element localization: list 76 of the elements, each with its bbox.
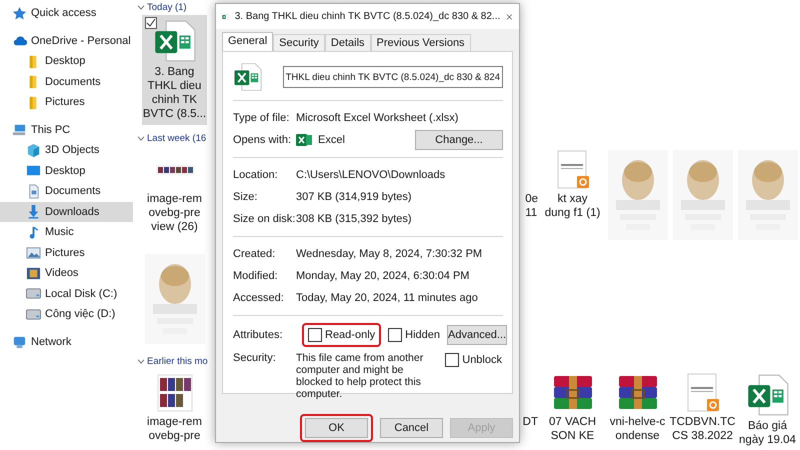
field-value: Monday, May 20, 2024, 6:30:04 PM [296,270,470,282]
field-label: Size on disk: [233,213,296,225]
field-value: C:\Users\LENOVO\Downloads [296,169,446,181]
field-label: Accessed: [233,292,285,304]
file-item[interactable]: vni-helve-c ondense [605,369,670,450]
field-label: Security: [233,352,277,364]
sidebar-item[interactable]: This PC [0,120,133,140]
sidebar-item[interactable]: 3D Objects [0,140,133,160]
file-item[interactable]: image-rem ovebg-pre view (26) [142,146,207,244]
spreadsheet-icon [296,133,312,147]
chevron-icon [137,5,145,10]
video-icon [26,266,41,281]
dialog-button[interactable]: OK [305,418,368,438]
sidebar-item[interactable]: Quick access [0,3,133,24]
field-label: Type of file: [233,112,290,124]
download-icon [26,204,41,220]
chevron-icon [137,136,145,141]
field-label: Attributes: [233,329,284,341]
sidebar-item[interactable]: Documents [0,181,133,202]
field-label: Location: [233,169,279,181]
field-value: Wednesday, May 8, 2024, 7:30:32 PM [296,248,482,260]
tab[interactable]: Security [273,34,325,51]
field-label: Opens with: [233,134,292,146]
thumbnail-icon [156,165,194,175]
sidebar-item[interactable]: Desktop [0,160,133,181]
security-message: This file came from another computer and might be blocked to help protect this computer. [296,352,424,400]
sidebar-item[interactable]: Network [0,332,133,352]
pc-icon [12,122,27,138]
network-icon [12,334,27,350]
group-header[interactable]: Last week (16 [137,131,206,146]
item-checkbox[interactable] [145,17,157,29]
field-value: Excel [318,134,345,146]
cube-icon [26,142,41,158]
file-item[interactable]: TCDBVN.TC CS 38.2022 [670,369,735,450]
window-title: 3. Bang THKL dieu chinh TK BVTC (8.5.024)_dc 830 & 82... [234,11,500,22]
field-label: Modified: [233,270,279,282]
advanced-button[interactable]: Advanced... [447,325,508,345]
drive-icon [26,306,41,322]
file-item[interactable]: 3. Bang THKL dieu chinh TK BVTC (8.5... [142,15,207,125]
field-value: Today, May 20, 2024, 11 minutes ago [296,292,478,304]
image-icon [26,245,41,260]
checkbox[interactable]: Unblock [444,352,503,368]
sidebar-item[interactable]: Desktop [0,51,133,72]
sidebar-item[interactable]: Pictures [0,92,133,112]
sidebar-item[interactable]: Documents [0,72,133,92]
file-item[interactable]: 07 VACH SON KE [540,369,605,450]
chevron-icon [137,359,145,364]
sidebar-item[interactable]: OneDrive - Personal [0,30,133,51]
field-label: Size: [233,191,258,203]
file-item[interactable]: kt xay dung f1 (1) [540,146,605,244]
sidebar-item[interactable]: Downloads [0,202,133,222]
field-value: 308 KB (315,392 bytes) [296,213,412,225]
sidebar-item[interactable]: Công việc (D:) [0,304,133,324]
checkbox[interactable]: Hidden [387,327,441,343]
tab[interactable]: Details [324,34,371,51]
spreadsheet-file-icon [152,19,196,63]
file-name-field[interactable]: THKL dieu chinh TK BVTC (8.5.024)_dc 830 & 824 [282,66,503,88]
field-value: 307 KB (314,919 bytes) [296,191,412,203]
field-value: Microsoft Excel Worksheet (.xlsx) [296,112,458,124]
group-header[interactable]: Earlier this mo [137,354,208,369]
dialog-button[interactable]: Cancel [380,418,443,438]
tab[interactable]: Previous Versions [370,34,471,51]
field-label: Created: [233,248,276,260]
tab[interactable]: General [222,32,274,51]
spreadsheet-file-icon [746,373,790,417]
group-header[interactable]: Today (1) [137,0,187,15]
sidebar-item[interactable]: Local Disk (C:) [0,284,133,304]
star-icon [12,6,27,21]
sidebar-item[interactable]: Music [0,222,133,242]
drive-icon [26,286,41,302]
file-item[interactable]: Báo giá ngày 19.04 [735,369,800,450]
sidebar-item[interactable]: Videos [0,263,133,284]
sidebar-item[interactable]: Pictures [0,242,133,263]
change-button[interactable]: Change... [415,130,503,150]
file-item[interactable]: image-rem ovebg-pre [142,369,207,450]
checkbox[interactable]: Read-only [307,327,376,343]
